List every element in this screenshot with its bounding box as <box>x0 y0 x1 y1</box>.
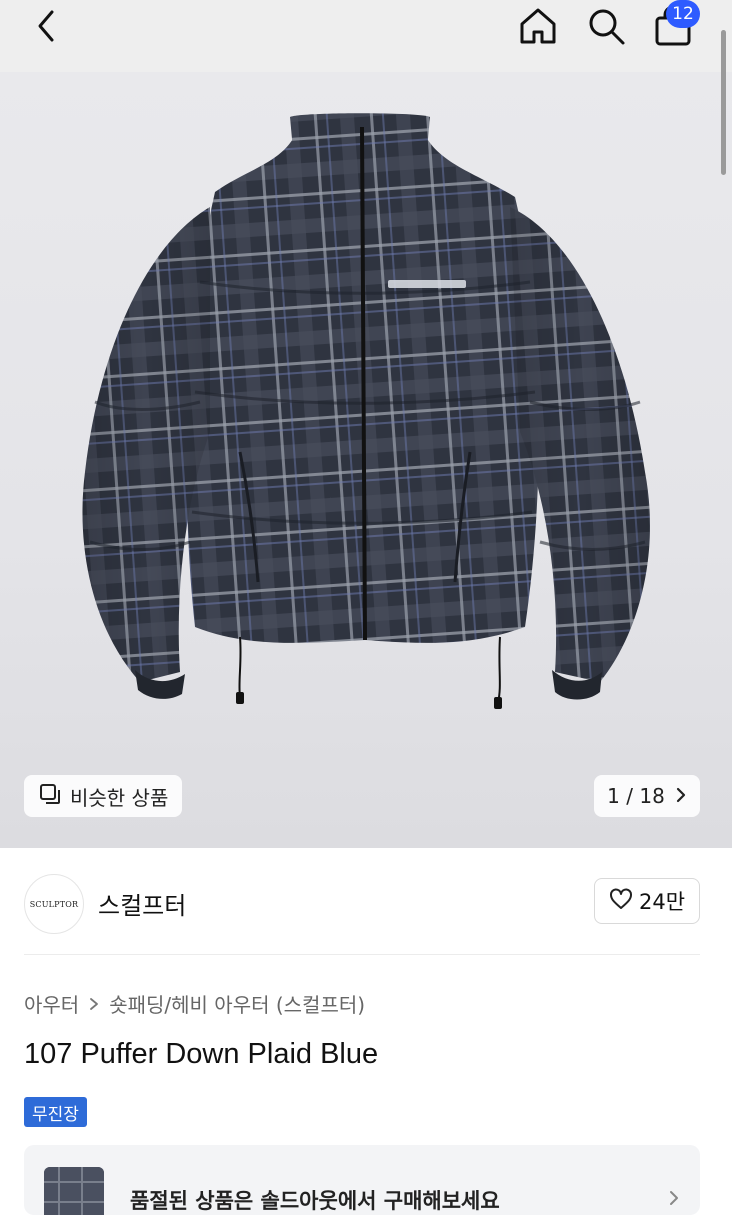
similar-products-button[interactable]: 비슷한 상품 <box>24 775 183 817</box>
similar-items-icon <box>38 782 62 811</box>
divider <box>24 954 700 955</box>
brand-row: SCULPTOR 스컬프터 24만 <box>0 848 732 954</box>
promo-chevron-icon <box>668 1187 680 1211</box>
scrollbar[interactable] <box>721 30 726 175</box>
home-icon[interactable] <box>516 4 560 48</box>
brand-logo[interactable]: SCULPTOR <box>24 874 84 934</box>
soldout-promo-banner[interactable]: 품절된 상품은 솔드아웃에서 구매해보세요 <box>24 1145 700 1215</box>
cart-count-badge: 12 <box>666 0 700 28</box>
like-button[interactable]: 24만 <box>594 878 700 924</box>
product-title: 107 Puffer Down Plaid Blue <box>24 1038 379 1070</box>
shipping-badge: 무진장 <box>24 1097 87 1127</box>
search-icon[interactable] <box>584 4 628 48</box>
breadcrumb-subcategory[interactable]: 숏패딩/헤비 아우터 (스컬프터) <box>109 989 365 1018</box>
similar-products-label: 비슷한 상품 <box>70 785 169 810</box>
product-image-gallery[interactable]: 비슷한 상품 1 / 18 <box>0 72 732 848</box>
brand-name[interactable]: 스컬프터 <box>98 886 186 921</box>
image-counter-button[interactable]: 1 / 18 <box>594 775 700 817</box>
top-navigation-bar: 12 <box>0 0 732 72</box>
chevron-right-icon <box>675 784 687 808</box>
image-counter-text: 1 / 18 <box>607 784 665 808</box>
breadcrumb-category[interactable]: 아우터 <box>24 989 79 1018</box>
back-icon[interactable] <box>28 6 68 46</box>
like-count: 24만 <box>638 890 686 914</box>
heart-icon <box>609 887 633 915</box>
breadcrumb-chevron-icon <box>89 992 99 1016</box>
promo-thumbnail <box>44 1167 104 1215</box>
brand-logo-text: SCULPTOR <box>29 899 79 909</box>
product-image <box>82 113 650 709</box>
promo-text: 품절된 상품은 솔드아웃에서 구매해보세요 <box>130 1189 500 1213</box>
breadcrumb: 아우터 숏패딩/헤비 아우터 (스컬프터) <box>24 989 365 1018</box>
